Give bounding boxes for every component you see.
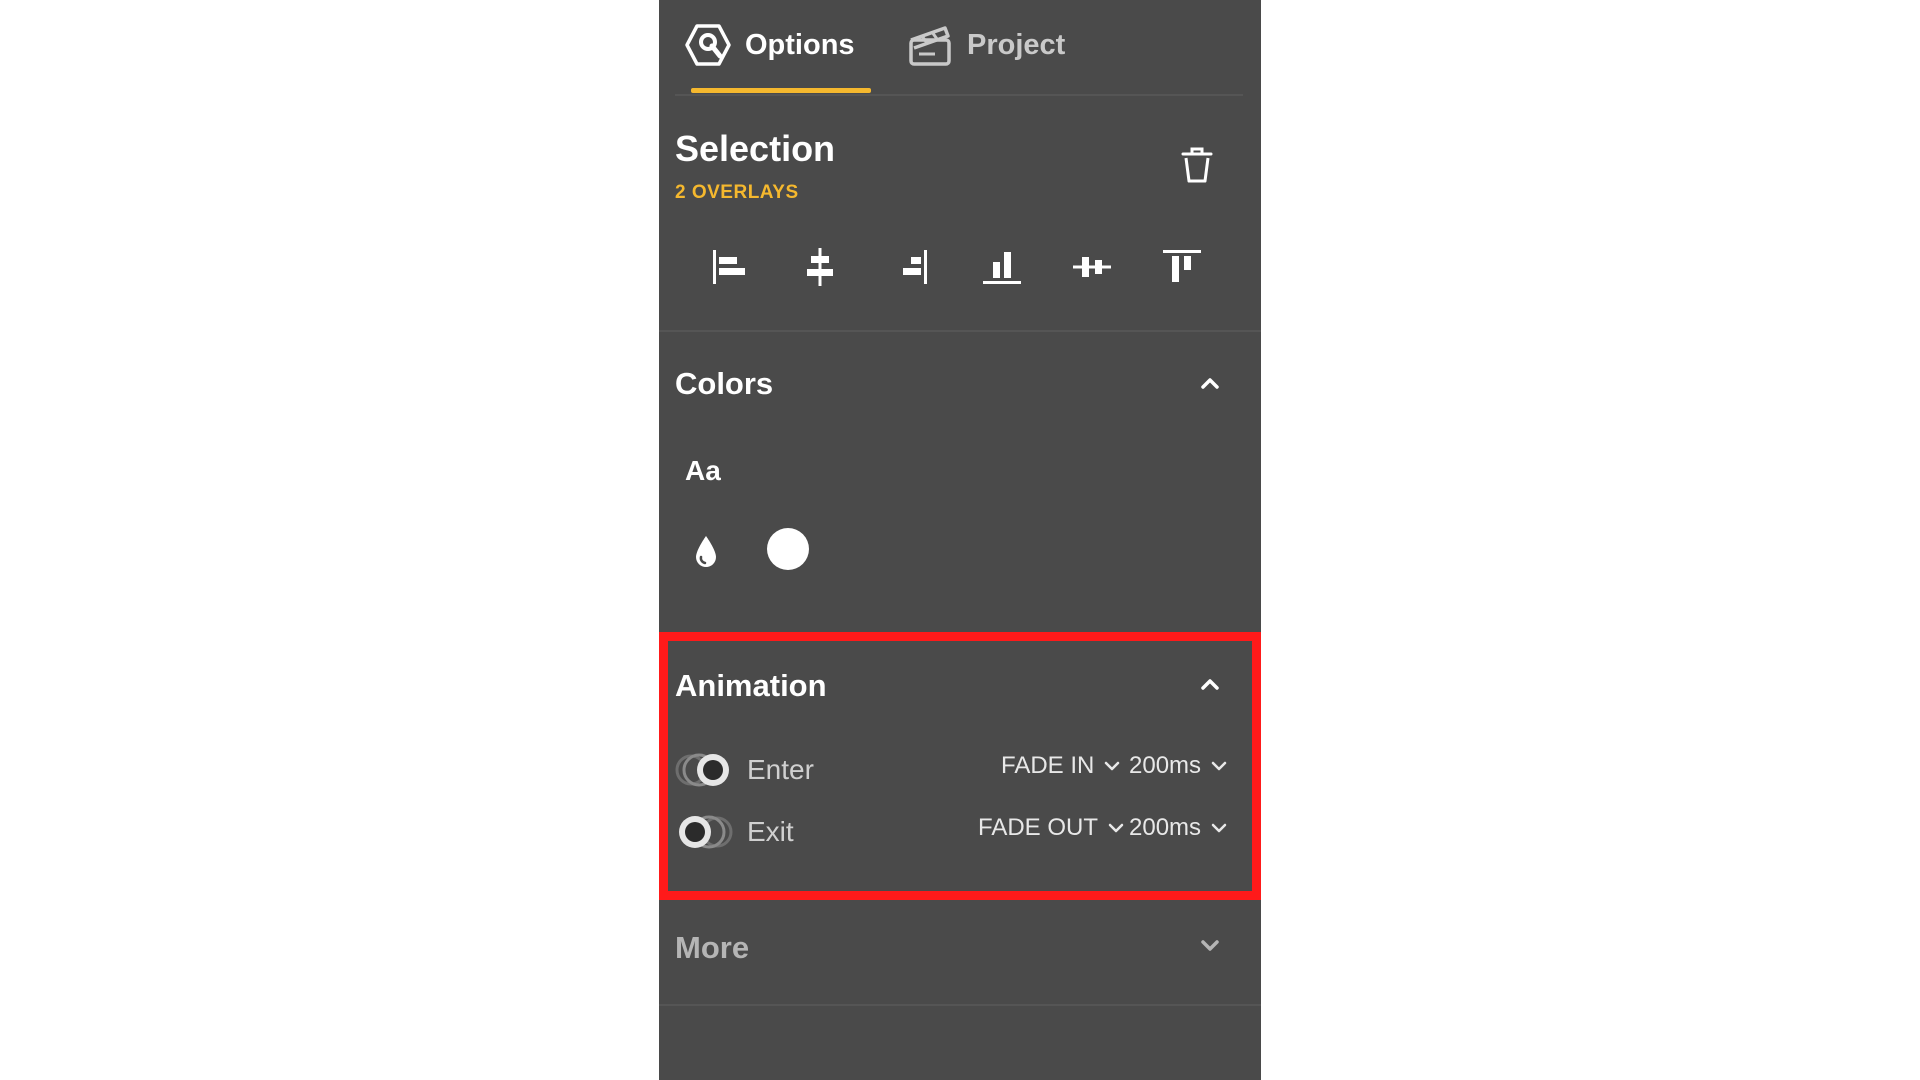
exit-toggle[interactable]: [675, 810, 733, 854]
animation-exit-row: Exit FADE OUT 200ms: [675, 810, 1235, 854]
chevron-down-icon: [1105, 761, 1120, 771]
active-tab-indicator: [691, 88, 871, 93]
chevron-down-icon[interactable]: [1195, 930, 1225, 960]
color-swatch[interactable]: [767, 528, 809, 570]
droplet-icon[interactable]: [693, 533, 719, 569]
tab-options[interactable]: Options: [683, 20, 855, 94]
align-left-icon: [713, 250, 745, 284]
project-icon: [909, 26, 951, 66]
align-top-icon: [1163, 250, 1201, 282]
align-vertical-center-button[interactable]: [1067, 242, 1117, 292]
enter-toggle[interactable]: [675, 748, 733, 792]
align-bottom-icon: [983, 252, 1021, 284]
enter-effect-value: FADE IN: [1001, 752, 1095, 779]
chevron-up-icon[interactable]: [1195, 669, 1225, 699]
align-toolbar: [705, 242, 1201, 292]
align-left-button[interactable]: [705, 242, 755, 292]
align-bottom-button[interactable]: [977, 242, 1027, 292]
chevron-down-icon: [1108, 823, 1124, 833]
align-right-button[interactable]: [885, 242, 935, 292]
tab-project[interactable]: Project: [905, 20, 1065, 94]
colors-section-title: Colors: [675, 366, 774, 401]
animation-section-title: Animation: [675, 668, 827, 703]
enter-duration-dropdown[interactable]: 200ms: [1129, 752, 1229, 780]
align-horizontal-center-button[interactable]: [795, 242, 845, 292]
section-divider: [659, 330, 1261, 332]
options-icon: [685, 24, 731, 66]
enter-label: Enter: [747, 754, 814, 785]
tab-project-label: Project: [967, 29, 1066, 61]
exit-effect-value: FADE OUT: [978, 814, 1099, 841]
align-vertical-center-icon: [1073, 257, 1111, 277]
align-horizontal-center-icon: [807, 248, 833, 286]
exit-duration-dropdown[interactable]: 200ms: [1129, 814, 1229, 842]
options-panel: Options Project Selection 2 OVERLAYS Col…: [659, 0, 1261, 1080]
exit-duration-value: 200ms: [1129, 814, 1202, 841]
enter-duration-value: 200ms: [1129, 752, 1202, 779]
chevron-down-icon: [1211, 823, 1227, 833]
selection-title: Selection: [675, 128, 836, 169]
align-top-button[interactable]: [1157, 242, 1207, 292]
more-section-title: More: [675, 930, 750, 965]
selection-count: 2 OVERLAYS: [675, 182, 799, 203]
enter-effect-dropdown[interactable]: FADE IN: [1001, 752, 1122, 780]
exit-effect-dropdown[interactable]: FADE OUT: [978, 814, 1126, 842]
trash-icon[interactable]: [1179, 145, 1215, 185]
tab-options-label: Options: [745, 29, 855, 61]
chevron-down-icon: [1211, 761, 1227, 771]
align-right-icon: [903, 250, 927, 284]
text-color-label[interactable]: Aa: [685, 455, 721, 487]
section-divider: [659, 1004, 1261, 1006]
exit-label: Exit: [747, 816, 794, 847]
animation-enter-row: Enter FADE IN 200ms: [675, 748, 1235, 792]
tab-bar: Options Project: [675, 0, 1243, 96]
chevron-up-icon[interactable]: [1195, 368, 1225, 398]
